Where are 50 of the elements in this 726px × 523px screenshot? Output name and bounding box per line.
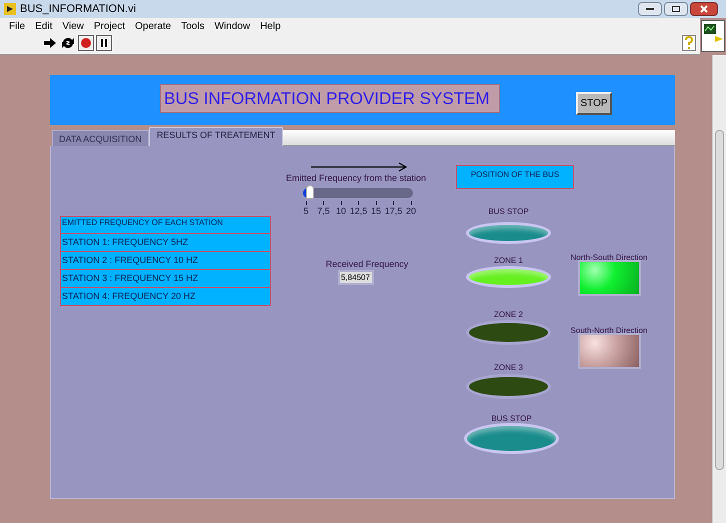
- run-continuously-icon[interactable]: [60, 35, 76, 51]
- window-title: BUS_INFORMATION.vi: [20, 2, 136, 17]
- list-heading: EMITTED FREQUENCY OF EACH STATION: [60, 216, 271, 234]
- tick-label: 15: [371, 205, 382, 218]
- maximize-button[interactable]: [664, 2, 688, 16]
- tick-label: 10: [336, 205, 346, 218]
- position-title: POSITION OF THE BUS: [456, 165, 574, 189]
- menu-item[interactable]: Operate: [134, 18, 172, 34]
- menu-item[interactable]: Edit: [35, 18, 52, 34]
- received-frequency-label: Received Frequency: [324, 258, 410, 271]
- tick-label: 12,5: [350, 205, 368, 218]
- help-icon[interactable]: [682, 35, 696, 51]
- direction-label: South-North Direction: [570, 325, 648, 337]
- led-label: ZONE 2: [493, 310, 524, 319]
- slider-label: Emitted Frequency from the station: [284, 172, 428, 185]
- direction-label: North-South Direction: [570, 252, 648, 264]
- minimize-button[interactable]: [638, 2, 662, 16]
- menu-item[interactable]: Project: [94, 18, 125, 34]
- menu-item[interactable]: Window: [214, 18, 250, 34]
- run-arrow-icon[interactable]: [42, 35, 58, 51]
- led-label: BUS STOP: [487, 207, 530, 216]
- slider-thumb[interactable]: [306, 185, 314, 199]
- led-label: BUS STOP: [490, 414, 533, 423]
- menu-item[interactable]: Tools: [181, 18, 204, 34]
- tick-label: 7,5: [317, 205, 330, 218]
- tab[interactable]: DATA ACQUISITION: [52, 130, 149, 146]
- led-label: ZONE 3: [493, 363, 524, 372]
- menu-item[interactable]: File: [9, 18, 26, 34]
- received-frequency-indicator: 5,84507: [338, 270, 374, 285]
- menu-item[interactable]: View: [62, 18, 84, 34]
- list-item: STATION 4: FREQUENCY 20 HZ: [60, 288, 271, 306]
- app-icon: [4, 3, 16, 15]
- tick-label: 5: [303, 205, 308, 218]
- menu-item[interactable]: Help: [260, 18, 281, 34]
- tick-label: 17,5: [384, 205, 402, 218]
- tick-label: 20: [406, 205, 416, 218]
- tab[interactable]: RESULTS OF TREATEMENT: [148, 127, 284, 146]
- list-item: STATION 2 : FREQUENCY 10 HZ: [60, 252, 271, 270]
- scrollbar[interactable]: [712, 55, 726, 523]
- slider-track[interactable]: [303, 188, 413, 198]
- pause-icon[interactable]: [96, 35, 112, 51]
- close-icon: [700, 5, 708, 13]
- close-button[interactable]: [690, 2, 718, 16]
- stop-icon[interactable]: [78, 35, 94, 51]
- vi-icon: [701, 20, 725, 52]
- stop-button[interactable]: STOP: [576, 92, 612, 115]
- panel-title: BUS INFORMATION PROVIDER SYSTEM: [160, 84, 500, 113]
- list-item: STATION 3 : FREQUENCY 15 HZ: [60, 270, 271, 288]
- led-label: ZONE 1: [493, 256, 524, 265]
- list-item: STATION 1: FREQUENCY 5HZ: [60, 234, 271, 252]
